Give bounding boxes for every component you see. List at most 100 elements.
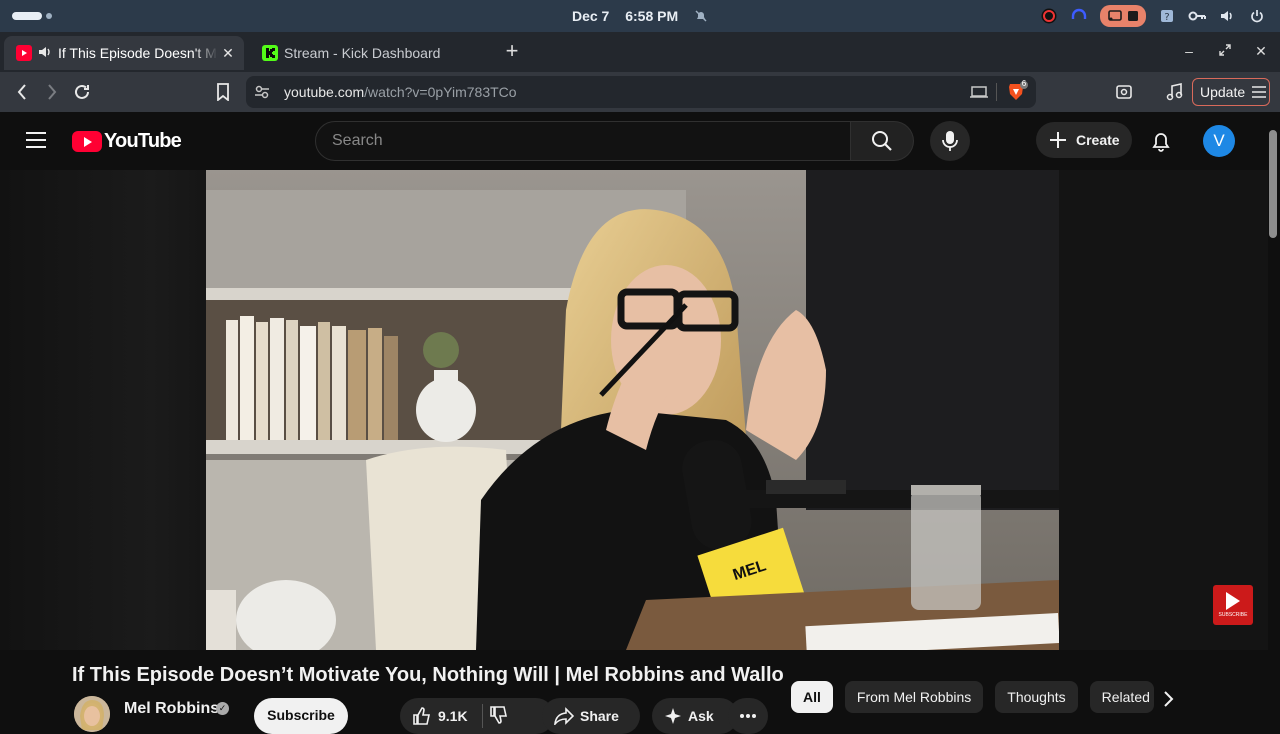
browser-tab-strip: If This Episode Doesn't Motivate You, No… xyxy=(0,32,1280,72)
youtube-play-logo-icon xyxy=(72,131,102,152)
channel-row: Mel Robbins ✓ Subscribe 9.1K Share Ask xyxy=(72,696,772,734)
chip-all[interactable]: All xyxy=(791,681,833,713)
svg-text:?: ? xyxy=(1164,12,1169,23)
update-label: Update xyxy=(1200,84,1246,100)
dislike-button[interactable] xyxy=(489,705,509,728)
create-button[interactable]: Create xyxy=(1036,122,1132,158)
video-info: If This Episode Doesn’t Motivate You, No… xyxy=(0,650,1268,734)
sparkle-icon xyxy=(665,708,681,724)
tab-title: If This Episode Doesn't Motivate You, No… xyxy=(58,45,218,61)
plus-icon xyxy=(1050,132,1066,148)
obs-icon[interactable] xyxy=(1040,7,1058,25)
tab-close-icon[interactable]: ✕ xyxy=(218,45,238,62)
os-date: Dec 7 xyxy=(571,8,610,24)
new-tab-button[interactable]: + xyxy=(500,40,524,64)
create-label: Create xyxy=(1076,132,1120,148)
screenshot-icon[interactable] xyxy=(1114,82,1134,102)
site-settings-icon[interactable] xyxy=(254,84,270,105)
share-button[interactable]: Share xyxy=(542,698,640,734)
notifications-bell-icon[interactable] xyxy=(1148,128,1174,154)
brave-badge: 6 xyxy=(1021,79,1027,88)
more-horizontal-icon xyxy=(740,714,756,718)
back-icon[interactable] xyxy=(12,82,32,102)
chip-from-mel-robbins[interactable]: From Mel Robbins xyxy=(844,681,984,713)
help-icon[interactable]: ? xyxy=(1158,7,1176,25)
tab-audio-icon[interactable] xyxy=(38,45,52,61)
tab-title: Stream - Kick Dashboard xyxy=(284,45,441,61)
ask-button[interactable]: Ask xyxy=(652,698,738,734)
page-scrollbar-thumb[interactable] xyxy=(1269,130,1277,238)
search-icon xyxy=(872,131,892,151)
screencast-icon xyxy=(1107,10,1122,21)
system-tray: ? xyxy=(1040,5,1266,27)
like-count: 9.1K xyxy=(438,708,468,724)
thumbs-down-icon xyxy=(489,705,507,724)
play-icon xyxy=(1226,592,1240,610)
channel-avatar[interactable] xyxy=(74,696,110,732)
volume-icon[interactable] xyxy=(1218,7,1236,25)
workspace-indicator[interactable] xyxy=(12,12,42,20)
share-icon xyxy=(554,707,574,725)
reload-icon[interactable] xyxy=(72,82,92,102)
kick-favicon-icon xyxy=(262,45,278,61)
minimize-icon[interactable]: – xyxy=(1180,42,1198,60)
tab-kick-dashboard[interactable]: Stream - Kick Dashboard xyxy=(250,36,490,70)
player-ambient-right xyxy=(1059,170,1268,650)
video-frame[interactable]: MEL xyxy=(206,170,1059,650)
chips-next-icon[interactable] xyxy=(1156,687,1180,711)
ask-label: Ask xyxy=(688,708,714,724)
address-bar[interactable]: youtube.com/watch?v=0pYim783TCo 6 xyxy=(246,76,1036,108)
forward-icon[interactable] xyxy=(42,82,62,102)
update-menu-button[interactable]: Update xyxy=(1192,78,1270,106)
watermark-label: SUBSCRIBE xyxy=(1218,612,1248,618)
window-controls: – ✕ xyxy=(1180,42,1270,60)
screen-recording-indicator[interactable] xyxy=(1100,5,1146,27)
like-button[interactable]: 9.1K xyxy=(412,706,468,726)
headset-icon[interactable] xyxy=(1070,7,1088,25)
media-controls-icon[interactable] xyxy=(1164,82,1184,102)
bookmark-icon[interactable] xyxy=(213,82,233,102)
menu-icon xyxy=(1252,86,1267,98)
bell-muted-icon xyxy=(694,8,708,24)
search-box[interactable] xyxy=(315,121,851,161)
verified-badge-icon: ✓ xyxy=(216,702,229,715)
browser-toolbar: youtube.com/watch?v=0pYim783TCo 6 Update xyxy=(0,72,1280,112)
restore-icon[interactable] xyxy=(1216,42,1234,60)
channel-name[interactable]: Mel Robbins xyxy=(124,700,219,718)
related-chips: All From Mel Robbins Thoughts Related xyxy=(791,681,1154,713)
chip-related[interactable]: Related xyxy=(1089,681,1154,713)
youtube-wordmark: YouTube xyxy=(104,130,182,152)
search-button[interactable] xyxy=(851,121,914,161)
more-actions-button[interactable] xyxy=(728,698,768,734)
subscribe-button[interactable]: Subscribe xyxy=(254,698,348,734)
chip-thoughts[interactable]: Thoughts xyxy=(995,681,1078,713)
voice-search-button[interactable] xyxy=(930,121,970,161)
video-thumbnail-image: MEL xyxy=(206,170,1059,650)
close-window-icon[interactable]: ✕ xyxy=(1252,42,1270,60)
stop-icon[interactable] xyxy=(1127,10,1139,22)
divider xyxy=(996,83,997,101)
youtube-header: YouTube Create V xyxy=(0,112,1268,170)
subscribe-watermark[interactable]: SUBSCRIBE xyxy=(1213,585,1253,625)
like-dislike-group: 9.1K xyxy=(400,698,554,734)
cast-icon[interactable] xyxy=(970,84,988,105)
video-player[interactable]: MEL SUBSCRIBE xyxy=(0,170,1268,650)
youtube-logo[interactable]: YouTube xyxy=(72,130,182,153)
key-icon[interactable] xyxy=(1188,7,1206,25)
brave-shields-icon[interactable]: 6 xyxy=(1006,79,1028,108)
youtube-favicon-icon xyxy=(16,45,32,61)
os-top-bar: Dec 7 6:58 PM ? xyxy=(0,0,1280,32)
share-label: Share xyxy=(580,708,619,724)
thumbs-up-icon xyxy=(413,707,430,725)
microphone-icon xyxy=(942,131,958,151)
workspace-dot[interactable] xyxy=(46,13,52,19)
power-icon[interactable] xyxy=(1248,7,1266,25)
account-avatar[interactable]: V xyxy=(1203,125,1235,157)
divider xyxy=(481,704,483,728)
video-title: If This Episode Doesn’t Motivate You, No… xyxy=(72,664,784,686)
search-input[interactable] xyxy=(332,132,812,150)
tab-youtube-video[interactable]: If This Episode Doesn't Motivate You, No… xyxy=(4,36,244,70)
os-time: 6:58 PM xyxy=(625,8,679,24)
url-text: youtube.com/watch?v=0pYim783TCo xyxy=(284,84,517,100)
guide-menu-icon[interactable] xyxy=(26,132,46,148)
